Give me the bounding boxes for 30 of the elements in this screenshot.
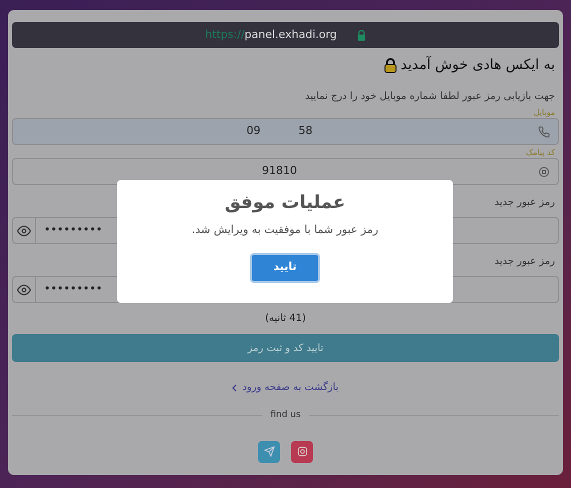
code-icon (538, 166, 550, 178)
field-label: موبایل (534, 106, 555, 118)
instagram-button[interactable] (291, 440, 313, 462)
padlock-icon (384, 58, 397, 73)
field-value: 58 (298, 123, 312, 140)
confirm-button[interactable]: تایید (250, 252, 320, 282)
input-field[interactable]: 09 58 (12, 118, 559, 145)
eye-icon[interactable] (17, 224, 31, 236)
chevron-icon (232, 384, 238, 392)
countdown-text: (41 ثانیه) (265, 312, 306, 326)
field-value: ••••••••• (44, 281, 102, 298)
phone-icon (538, 126, 550, 138)
page-title: به ایکس هادی خوش آمدید (400, 55, 555, 75)
field-value: 09 (246, 123, 260, 140)
dialog-title: عملیات موفق (224, 191, 346, 215)
paper-plane-icon (264, 446, 274, 457)
field-value: ••••••••• (44, 222, 102, 238)
dialog-message: رمز عبور شما با موفقیت به ویرایش شد. (192, 222, 378, 238)
field-label: رمز عبور جدید (494, 196, 555, 210)
field-label: کد پیامک (526, 146, 555, 158)
padlock-icon (356, 30, 366, 40)
field-value: 91810 (261, 163, 298, 180)
find-us-text: find us (269, 409, 302, 422)
eye-icon[interactable] (17, 284, 31, 296)
camera-icon (296, 446, 308, 457)
subtitle: جهت بازیابی رمز عبور لطفا شماره موبایل خود را درج نمایید (305, 91, 555, 102)
url-text: https://panel.exhadi.org (205, 26, 337, 43)
back-link[interactable]: بازگشت به صفحه ورود (232, 380, 339, 395)
field-label: رمز عبور جدید (494, 254, 555, 268)
submit-button[interactable]: تایید کد و ثبت رمز (12, 334, 559, 362)
